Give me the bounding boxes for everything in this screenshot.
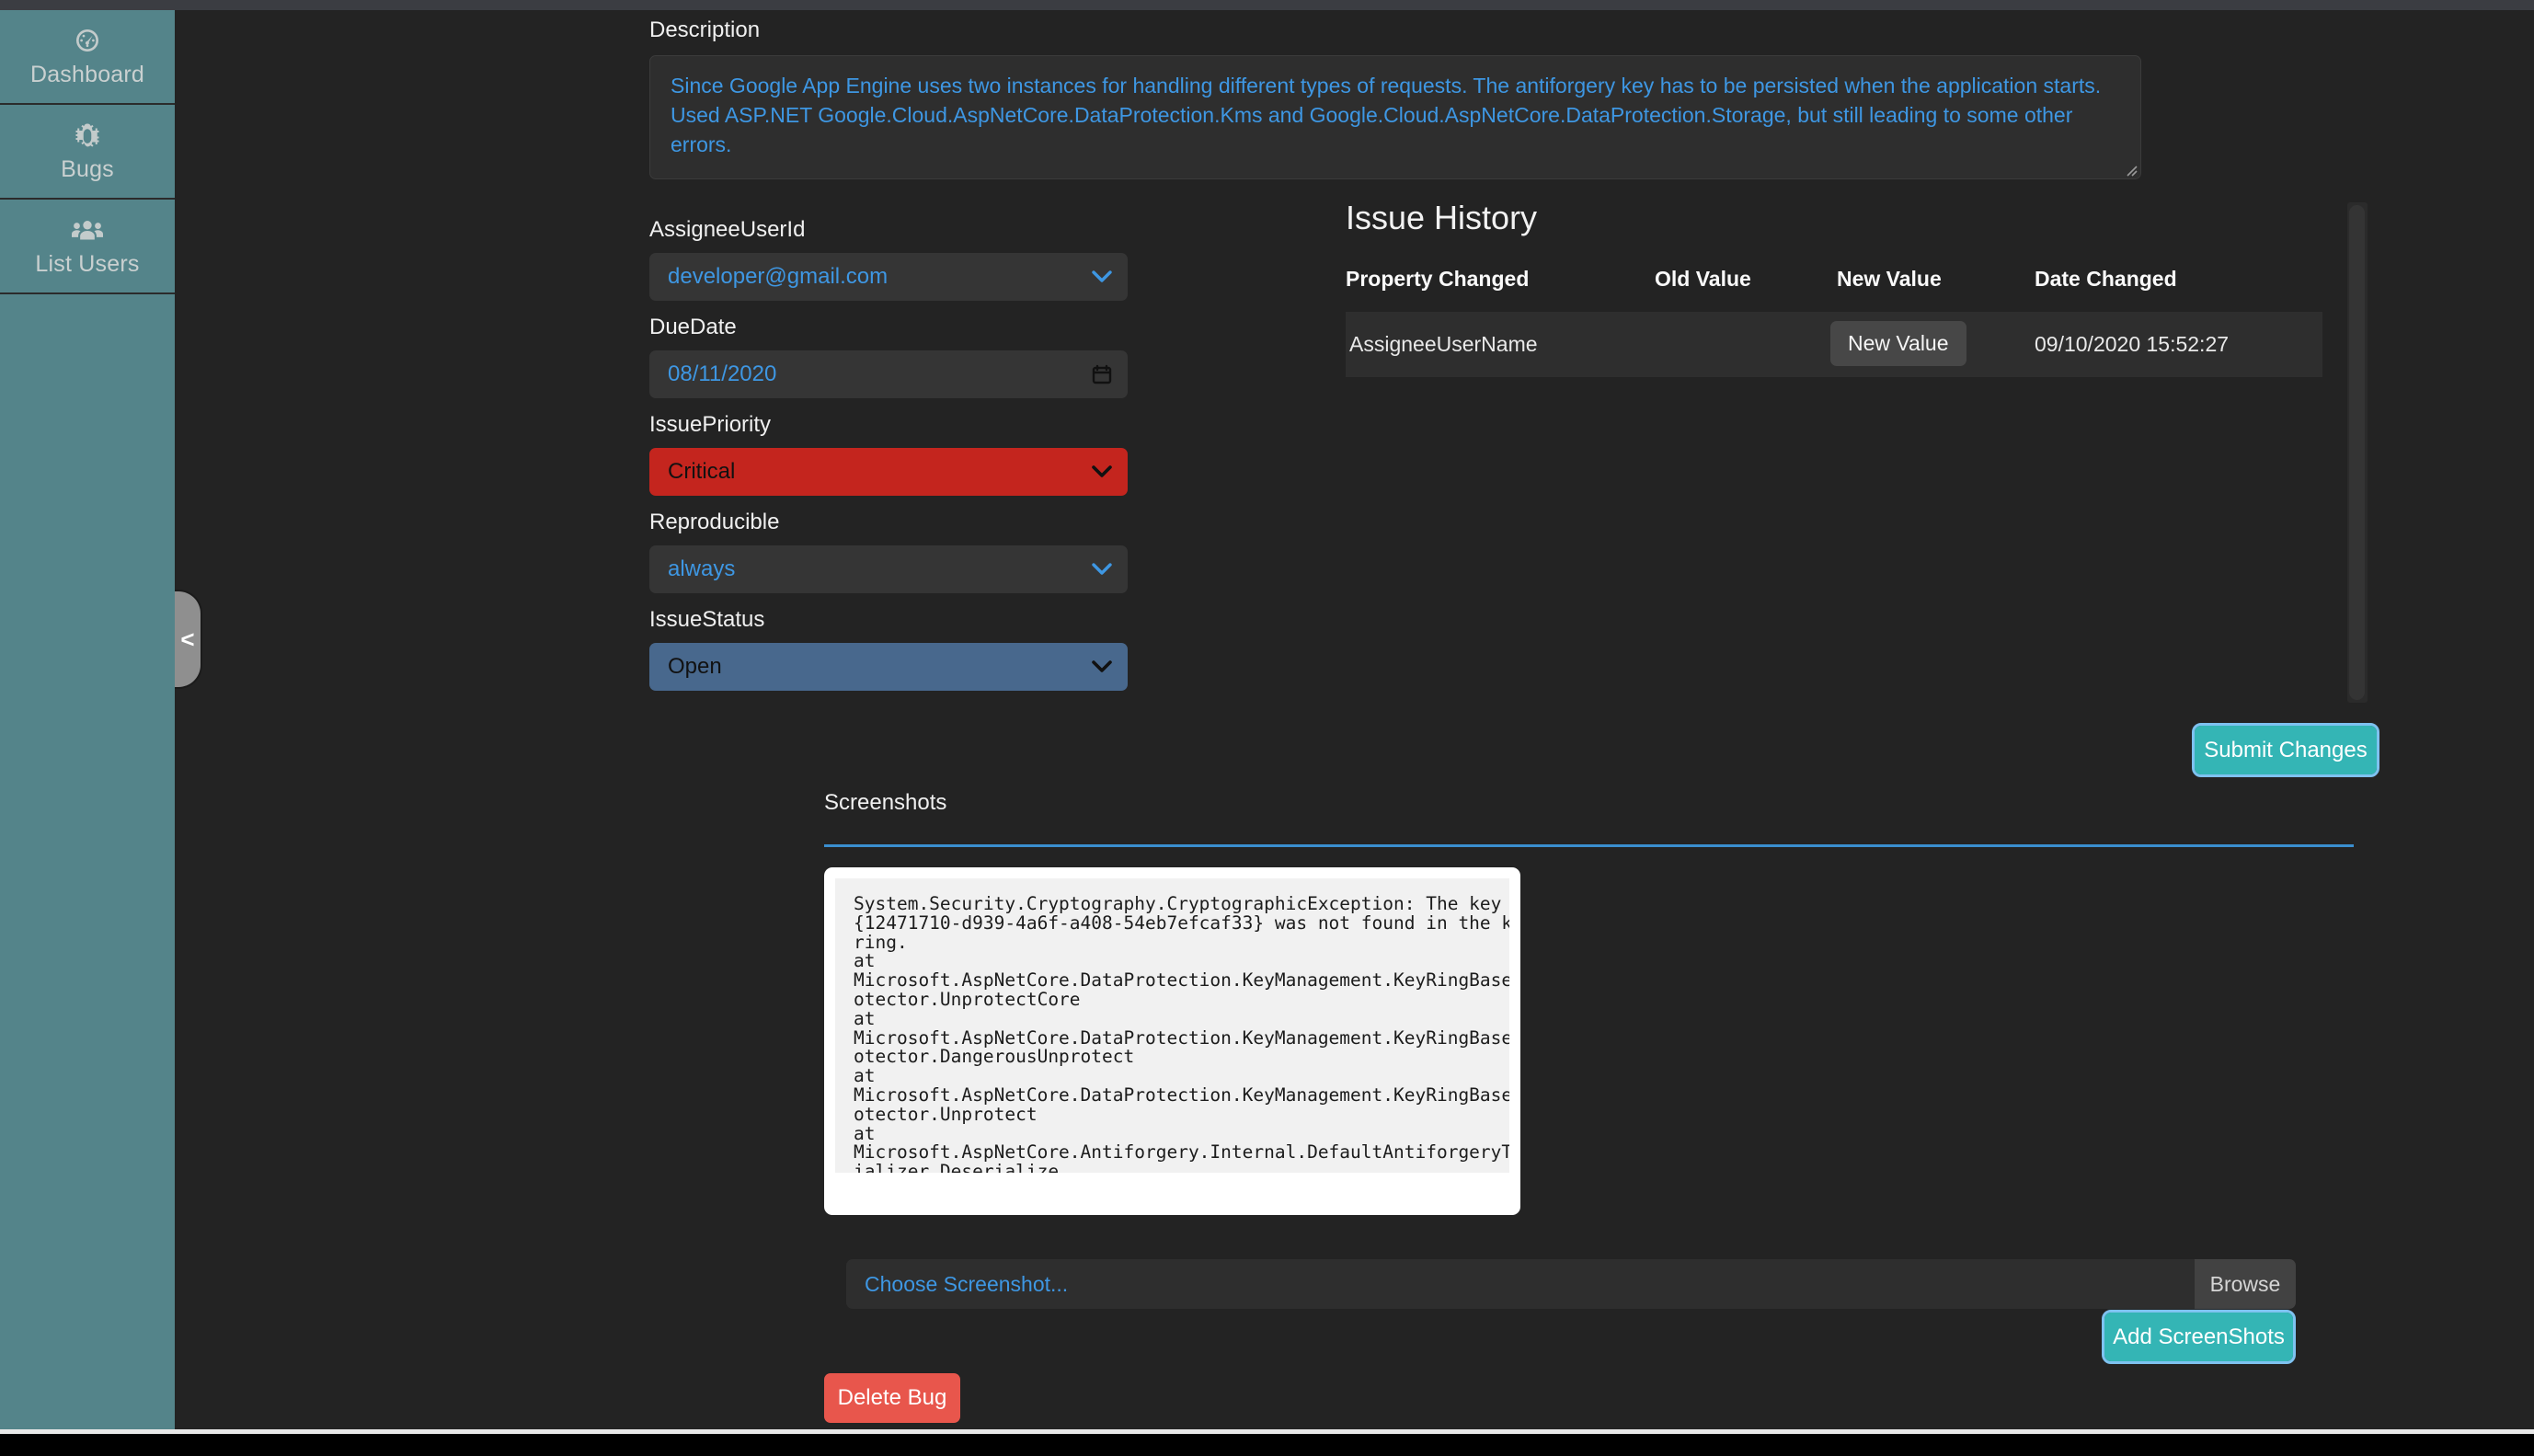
due-date-value: 08/11/2020 xyxy=(668,361,777,386)
cell-date-changed: 09/10/2020 15:52:27 xyxy=(2035,312,2322,377)
sidebar-item-label: Bugs xyxy=(61,155,114,182)
reproducible-label: Reproducible xyxy=(649,510,780,534)
sidebar-item-list-users[interactable]: List Users xyxy=(0,200,175,294)
sidebar-collapse-toggle[interactable]: < xyxy=(175,590,202,689)
assignee-label: AssigneeUserId xyxy=(649,217,806,242)
chevron-down-icon xyxy=(1092,660,1112,672)
column-header-property-changed: Property Changed xyxy=(1346,267,1530,291)
sidebar-item-label: List Users xyxy=(35,250,140,277)
field-assignee: AssigneeUserId developer@gmail.com xyxy=(649,217,1128,301)
status-value: Open xyxy=(668,654,722,679)
delete-bug-button[interactable]: Delete Bug xyxy=(824,1373,960,1423)
bug-icon xyxy=(74,120,101,150)
sidebar: Dashboard Bugs List Users xyxy=(0,10,175,1429)
chevron-down-icon xyxy=(1092,270,1112,282)
calendar-icon[interactable] xyxy=(1091,363,1113,385)
main-content: Description Since Google App Engine uses… xyxy=(175,10,2534,1429)
submit-changes-button[interactable]: Submit Changes xyxy=(2192,723,2379,777)
column-header-date-changed: Date Changed xyxy=(2035,267,2177,291)
page-bottom-bar xyxy=(0,1434,2534,1456)
add-screenshots-button[interactable]: Add ScreenShots xyxy=(2102,1310,2296,1364)
column-header-new-value: New Value xyxy=(1837,267,1942,291)
field-status: IssueStatus Open xyxy=(649,607,1128,691)
sidebar-item-dashboard[interactable]: Dashboard xyxy=(0,10,175,105)
table-header-row: Property Changed Old Value New Value Dat… xyxy=(1346,267,2322,312)
sidebar-item-label: Dashboard xyxy=(29,61,145,87)
status-select[interactable]: Open xyxy=(649,643,1128,691)
screenshot-image-text: System.Security.Cryptography.Cryptograph… xyxy=(835,878,1509,1173)
reproducible-value: always xyxy=(668,556,736,581)
column-header-old-value: Old Value xyxy=(1655,267,1751,291)
issue-form: AssigneeUserId developer@gmail.com DueDa… xyxy=(649,217,1128,705)
screenshot-thumbnail[interactable]: System.Security.Cryptography.Cryptograph… xyxy=(824,867,1520,1215)
screenshots-divider xyxy=(824,844,2354,847)
description-label: Description xyxy=(649,17,761,42)
status-label: IssueStatus xyxy=(649,607,765,632)
priority-select[interactable]: Critical xyxy=(649,448,1128,496)
browser-chrome-strip xyxy=(0,0,2534,10)
due-date-input[interactable]: 08/11/2020 xyxy=(649,350,1128,398)
priority-label: IssuePriority xyxy=(649,412,772,437)
assignee-select[interactable]: developer@gmail.com xyxy=(649,253,1128,301)
due-date-label: DueDate xyxy=(649,315,737,339)
file-chooser[interactable]: Choose Screenshot... Browse xyxy=(846,1259,2296,1309)
field-due-date: DueDate 08/11/2020 xyxy=(649,315,1128,398)
description-textarea[interactable]: Since Google App Engine uses two instanc… xyxy=(649,55,2141,179)
new-value-tooltip: New Value xyxy=(1830,321,1966,366)
priority-value: Critical xyxy=(668,459,736,484)
gauge-icon xyxy=(73,26,102,55)
users-icon xyxy=(72,215,103,245)
description-section: Description Since Google App Engine uses… xyxy=(649,17,2141,179)
cell-property-changed: AssigneeUserName xyxy=(1346,312,1655,377)
browse-button[interactable]: Browse xyxy=(2195,1259,2296,1309)
field-priority: IssuePriority Critical xyxy=(649,412,1128,496)
app-root: Dashboard Bugs List Users < Description … xyxy=(0,0,2534,1456)
assignee-value: developer@gmail.com xyxy=(668,264,889,289)
file-name-display[interactable]: Choose Screenshot... xyxy=(846,1259,2195,1309)
reproducible-select[interactable]: always xyxy=(649,545,1128,593)
field-reproducible: Reproducible always xyxy=(649,510,1128,593)
issue-history-title: Issue History xyxy=(1346,199,1538,236)
screenshots-label: Screenshots xyxy=(824,790,947,815)
chevron-down-icon xyxy=(1092,465,1112,477)
cell-old-value xyxy=(1655,312,1837,377)
sidebar-item-bugs[interactable]: Bugs xyxy=(0,105,175,200)
history-scrollbar-thumb[interactable] xyxy=(2349,205,2365,700)
chevron-down-icon xyxy=(1092,563,1112,575)
